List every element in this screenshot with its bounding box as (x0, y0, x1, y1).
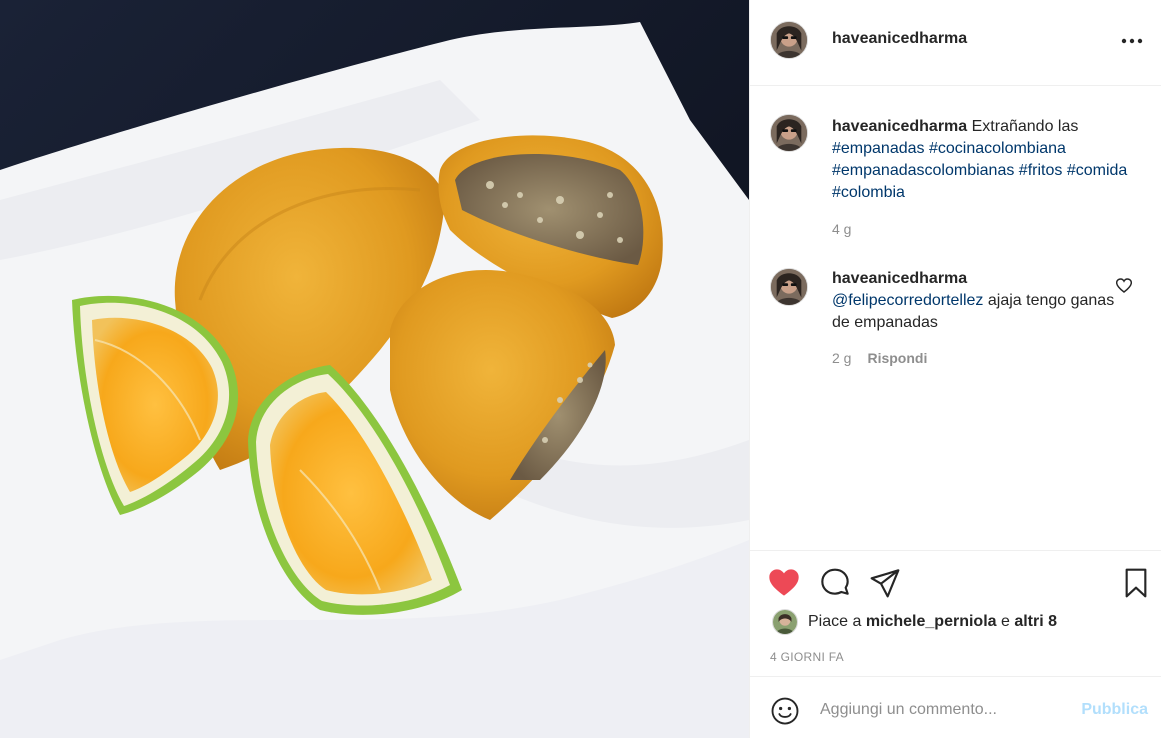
post-side-panel: haveanicedharma haveanicedharma Extrañan… (749, 0, 1161, 738)
profile-photo-icon (771, 115, 807, 151)
others-likes-link[interactable]: altri 8 (1014, 613, 1057, 630)
caption-username[interactable]: haveanicedharma (832, 118, 967, 135)
publish-button[interactable]: Pubblica (1081, 701, 1148, 719)
hashtag-link[interactable]: #colombia (832, 184, 905, 201)
emoji-icon[interactable] (770, 696, 800, 726)
hashtag-link[interactable]: #cocinacolombiana (929, 140, 1066, 157)
commenter-avatar[interactable] (770, 268, 808, 306)
caption-avatar[interactable] (770, 114, 808, 152)
bookmark-icon[interactable] (1120, 567, 1152, 599)
hashtag-link[interactable]: #empanadas (832, 140, 925, 157)
author-avatar[interactable] (770, 21, 808, 59)
likes-prefix: Piace a (808, 613, 866, 630)
post-header: haveanicedharma (750, 0, 1161, 86)
heart-outline-icon[interactable] (1116, 278, 1132, 294)
comment-text: haveanicedharma @felipecorredortellez aj… (832, 268, 1122, 334)
liker-avatar[interactable] (772, 609, 798, 635)
hashtag-link[interactable]: #comida (1067, 162, 1127, 179)
likes-connector: e (996, 613, 1015, 630)
heart-filled-icon[interactable] (768, 567, 800, 599)
profile-photo-icon (771, 22, 807, 58)
reply-button[interactable]: Rispondi (867, 350, 927, 366)
comment-input[interactable] (820, 693, 1070, 727)
caption-text: haveanicedharma Extrañando las #empanada… (832, 116, 1132, 204)
hashtag-link[interactable]: #fritos (1019, 162, 1063, 179)
post-date[interactable]: 4 GIORNI FA (770, 650, 844, 664)
empanadas-photo (0, 0, 749, 738)
comment-meta: 2 g Rispondi (832, 350, 927, 366)
comment-username[interactable]: haveanicedharma (832, 270, 967, 287)
paper-plane-icon[interactable] (869, 567, 901, 599)
post-photo[interactable] (0, 0, 749, 738)
hashtag-link[interactable]: #empanadascolombianas (832, 162, 1014, 179)
profile-photo-icon (771, 269, 807, 305)
caption-body: Extrañando las (967, 118, 1079, 135)
likes-summary: Piace a michele_perniola e altri 8 (772, 609, 1057, 635)
speech-bubble-icon[interactable] (819, 567, 851, 599)
author-username[interactable]: haveanicedharma (832, 30, 967, 48)
post-actions: Piace a michele_perniola e altri 8 4 GIO… (750, 550, 1161, 676)
add-comment-bar: Pubblica (750, 676, 1161, 738)
instagram-post-view: haveanicedharma haveanicedharma Extrañan… (0, 0, 1161, 738)
mention-link[interactable]: @felipecorredortellez (832, 292, 983, 309)
caption-timestamp[interactable]: 4 g (832, 221, 851, 237)
liker-username[interactable]: michele_perniola (866, 613, 997, 630)
more-options-icon[interactable] (1120, 31, 1144, 51)
profile-photo-icon (773, 610, 797, 634)
comment-timestamp[interactable]: 2 g (832, 350, 851, 366)
likes-text: Piace a michele_perniola e altri 8 (808, 613, 1057, 631)
